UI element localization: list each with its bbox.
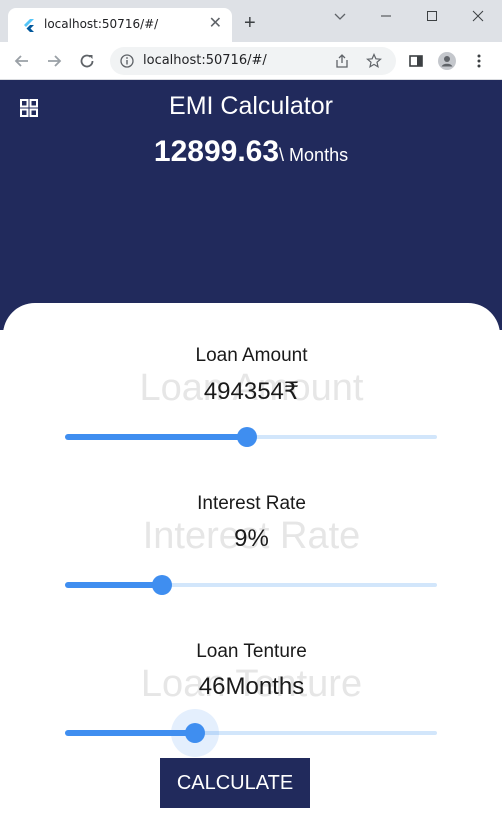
chevron-down-icon[interactable]	[330, 6, 350, 26]
reload-icon[interactable]	[77, 51, 97, 71]
calculate-button[interactable]: CALCULATE	[160, 758, 310, 808]
tab-close-icon[interactable]: ✕	[209, 14, 222, 34]
browser-toolbar: localhost:50716/#/	[0, 42, 502, 80]
calculator-card: Loan Amount Loan Amount 494354₹ Interest…	[3, 303, 500, 825]
browser-titlebar: localhost:50716/#/ ✕ +	[0, 0, 502, 42]
more-options-icon[interactable]	[469, 51, 489, 71]
interest-rate-value: 9%	[234, 525, 269, 552]
window-close-icon[interactable]	[468, 6, 488, 26]
slider-thumb[interactable]	[237, 427, 258, 447]
forward-icon[interactable]	[44, 51, 64, 71]
slider-fill	[65, 434, 248, 440]
app-title: EMI Calculator	[169, 92, 333, 120]
side-panel-icon[interactable]	[406, 51, 426, 71]
back-icon[interactable]	[12, 51, 32, 71]
loan-amount-value: 494354₹	[203, 378, 300, 405]
loan-tenure-value: 46Months	[198, 673, 305, 700]
browser-tab[interactable]: localhost:50716/#/ ✕	[8, 8, 232, 42]
emi-unit: \ Months	[279, 145, 349, 165]
bookmark-star-icon[interactable]	[366, 53, 382, 69]
tab-title: localhost:50716/#/	[44, 17, 159, 31]
maximize-icon[interactable]	[422, 6, 442, 26]
flutter-icon	[24, 19, 34, 32]
minimize-icon[interactable]	[376, 6, 396, 26]
emi-result: 12899.63\ Months	[0, 135, 502, 169]
interest-rate-label: Interest Rate	[197, 493, 306, 514]
slider-thumb[interactable]	[151, 575, 172, 595]
address-bar[interactable]: localhost:50716/#/	[110, 47, 396, 75]
emi-value: 12899.63	[153, 135, 280, 168]
loan-amount-label: Loan Amount	[195, 345, 308, 366]
url-text: localhost:50716/#/	[143, 53, 267, 68]
app-header: EMI Calculator 12899.63\ Months	[0, 80, 502, 330]
new-tab-icon[interactable]: +	[244, 13, 256, 33]
loan-tenure-label: Loan Tenture	[196, 641, 307, 662]
interest-rate-slider[interactable]	[65, 573, 437, 597]
loan-tenure-slider[interactable]	[65, 709, 437, 757]
info-icon[interactable]	[120, 54, 134, 68]
loan-amount-slider[interactable]	[65, 425, 437, 449]
slider-fill	[65, 582, 162, 588]
share-icon[interactable]	[334, 53, 350, 69]
profile-avatar-icon[interactable]	[437, 51, 457, 71]
